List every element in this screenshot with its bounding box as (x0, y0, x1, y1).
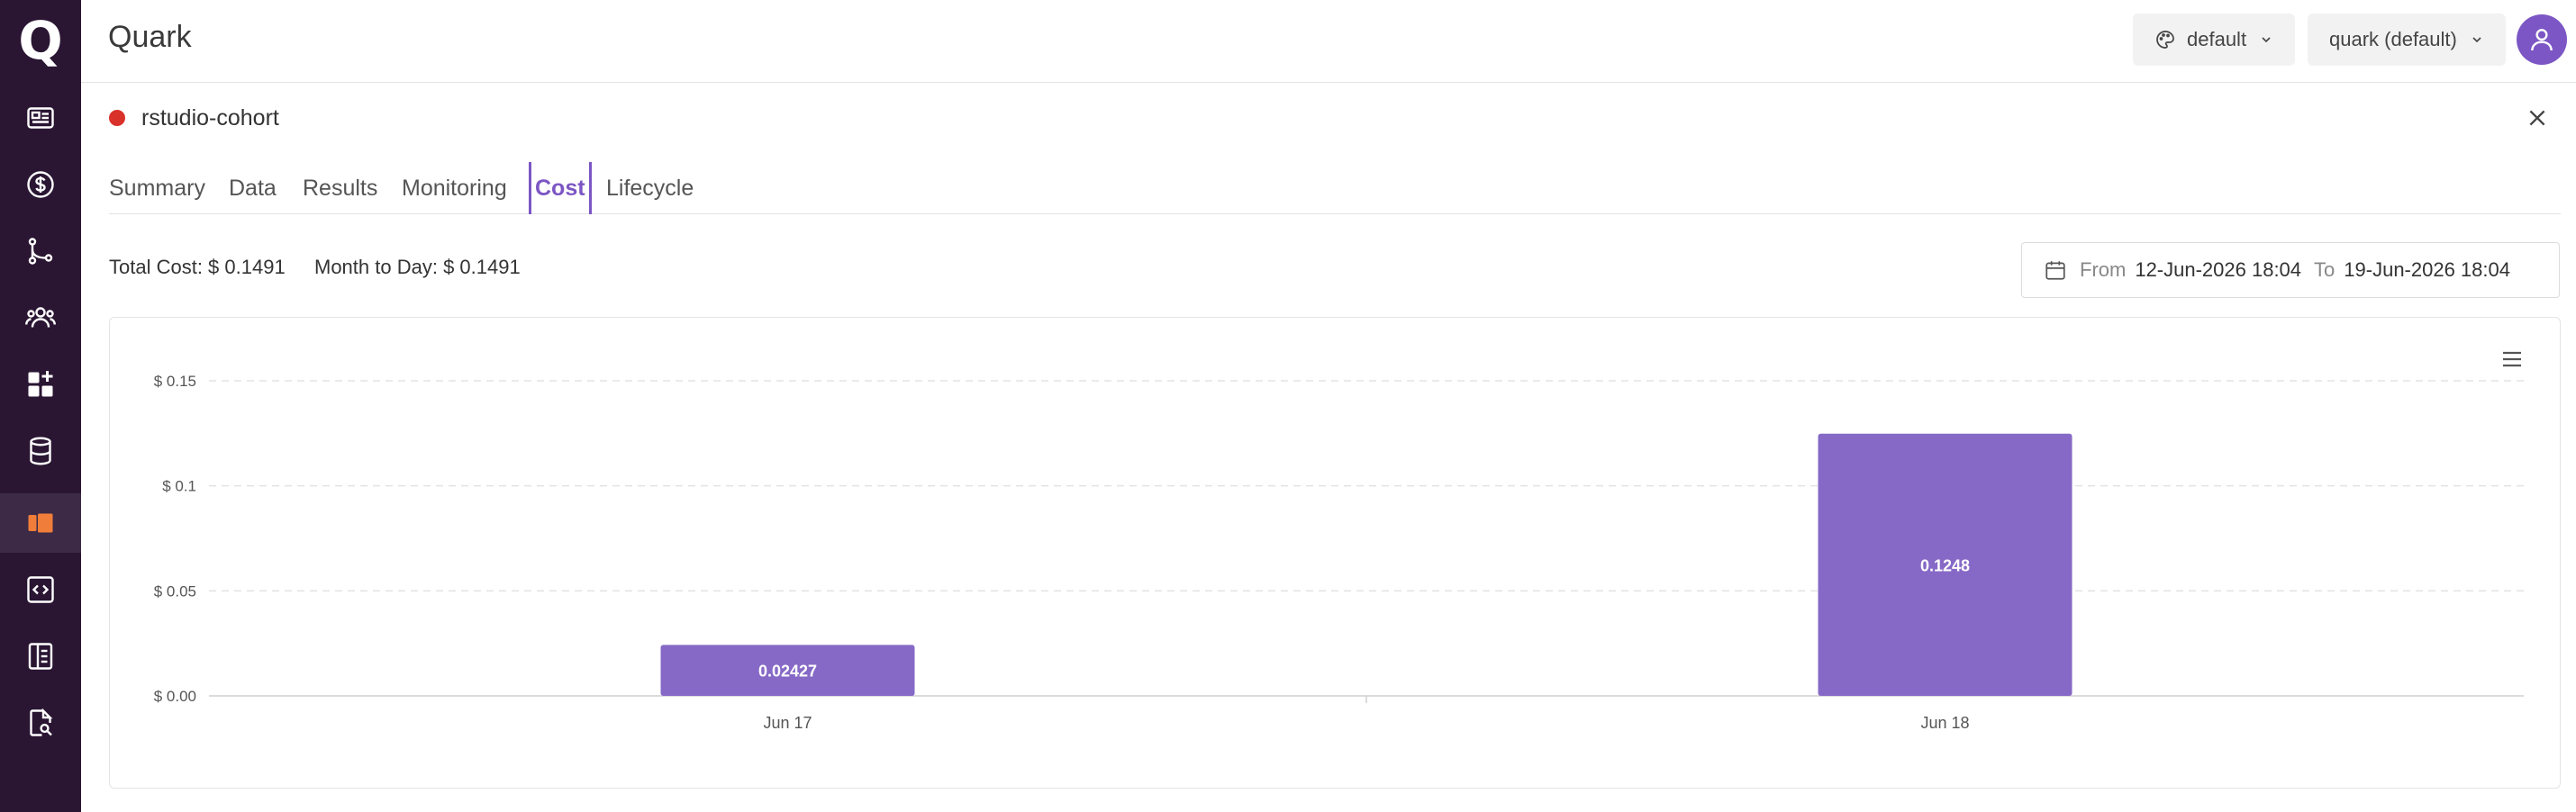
month-to-day-cost: Month to Day: $ 0.1491 (314, 256, 521, 278)
tab-results[interactable]: Results (303, 162, 377, 214)
y-tick-label: $ 0.1 (162, 478, 196, 495)
user-avatar[interactable] (2517, 14, 2567, 65)
app-logo[interactable]: Q (0, 0, 81, 81)
y-tick-label: $ 0.15 (154, 373, 196, 390)
user-icon (2531, 29, 2553, 51)
close-icon[interactable] (2526, 106, 2549, 130)
theme-selector[interactable]: default (2133, 14, 2296, 66)
tab-summary[interactable]: Summary (109, 162, 205, 214)
date-range-picker[interactable]: From 12-Jun-2026 18:04 To 19-Jun-2026 18… (2021, 242, 2560, 298)
chart-menu-icon[interactable] (2500, 349, 2524, 369)
to-date: 19-Jun-2026 18:04 (2344, 258, 2510, 281)
to-label: To (2314, 258, 2336, 281)
status-indicator (109, 110, 125, 126)
cost-bar-chart: $ 0.00 $ 0.05 $ 0.1 $ 0.15 0.02427 Jun 17 0.12… (154, 373, 2524, 732)
app-title: Quark (108, 20, 192, 54)
file-search-icon[interactable] (0, 693, 81, 753)
calendar-icon (2045, 261, 2065, 280)
logo-letter: Q (18, 10, 63, 71)
palette-icon (2156, 31, 2174, 49)
resource-name: rstudio-cohort (141, 105, 279, 131)
report-icon[interactable] (0, 627, 81, 686)
theme-label: default (2187, 28, 2247, 50)
chevron-down-icon (2472, 37, 2481, 43)
bar-data-label: 0.02427 (758, 663, 817, 681)
tab-data[interactable]: Data (229, 162, 277, 214)
x-tick-label: Jun 18 (1920, 714, 1969, 732)
pipeline-icon[interactable] (0, 221, 81, 281)
workspace-label: quark (default) (2329, 28, 2457, 50)
tab-monitoring[interactable]: Monitoring (402, 162, 507, 214)
users-icon[interactable] (0, 288, 81, 347)
dollar-icon[interactable] (0, 155, 81, 214)
top-header: Quark default quark (default) (81, 0, 2576, 83)
workspace-selector[interactable]: quark (default) (2308, 14, 2506, 66)
code-icon[interactable] (0, 560, 81, 619)
tab-bar: Summary Data Results Monitoring Cost Lif… (109, 162, 2561, 214)
tab-lifecycle[interactable]: Lifecycle (606, 162, 694, 214)
y-tick-label: $ 0.05 (154, 582, 196, 600)
x-tick-label: Jun 17 (763, 714, 812, 732)
total-cost: Total Cost: $ 0.1491 (109, 256, 286, 278)
from-date: 12-Jun-2026 18:04 (2135, 258, 2302, 281)
cost-chart-card: $ 0.00 $ 0.05 $ 0.1 $ 0.15 0.02427 Jun 17 0.12… (109, 317, 2561, 789)
database-icon[interactable] (0, 421, 81, 481)
chevron-down-icon (2262, 37, 2271, 43)
cohort-icon[interactable] (0, 493, 81, 553)
bar-data-label: 0.1248 (1920, 556, 1970, 574)
sidebar: Q (0, 0, 81, 812)
from-label: From (2080, 258, 2127, 281)
add-widget-icon[interactable] (0, 355, 81, 414)
tab-cost[interactable]: Cost (529, 162, 592, 214)
y-tick-label: $ 0.00 (154, 688, 196, 705)
dashboard-card-icon[interactable] (0, 88, 81, 148)
